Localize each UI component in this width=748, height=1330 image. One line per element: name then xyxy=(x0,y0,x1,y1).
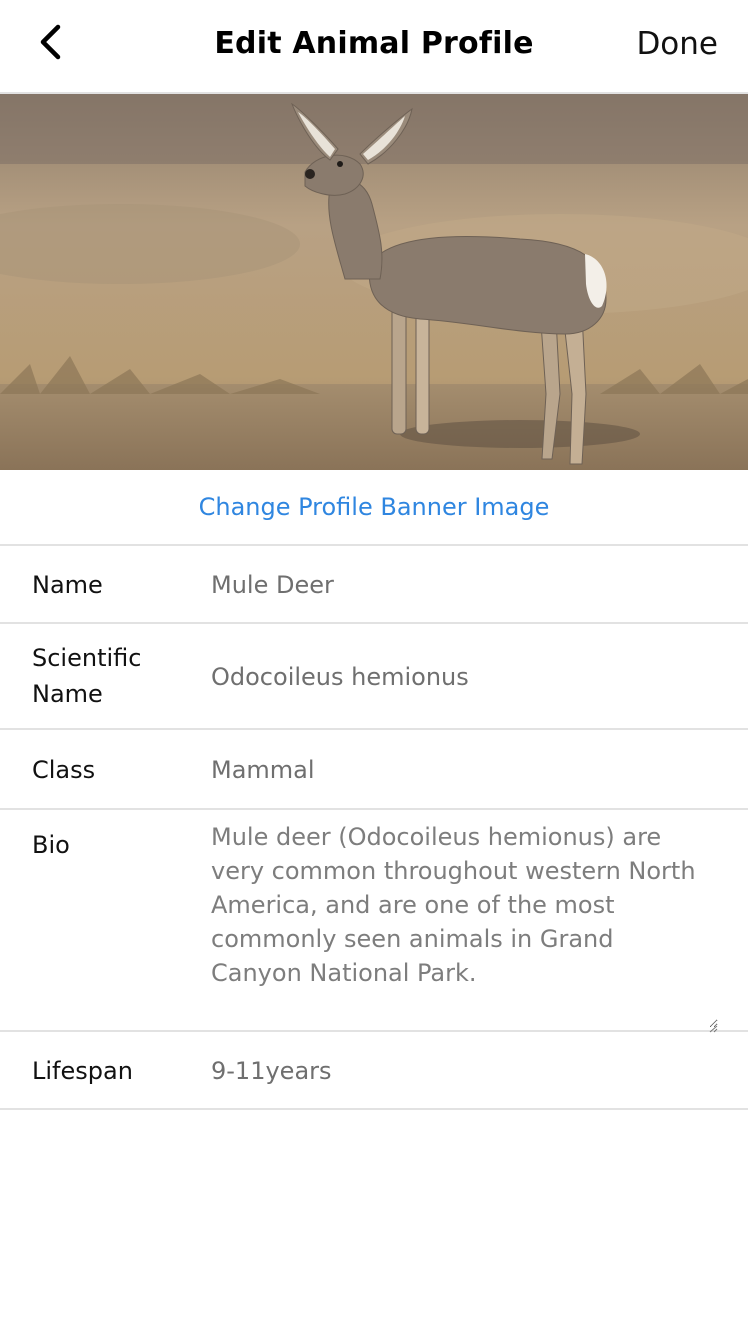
bio-row: Bio Mule deer (Odocoileus hemionus) are … xyxy=(0,810,748,1033)
lifespan-row: Lifespan xyxy=(0,1032,748,1110)
class-field[interactable] xyxy=(211,752,718,788)
change-banner-image-link[interactable]: Change Profile Banner Image xyxy=(199,493,550,521)
name-label: Name xyxy=(32,571,103,599)
lifespan-label: Lifespan xyxy=(32,1057,133,1085)
class-row: Class xyxy=(0,730,748,810)
name-row: Name xyxy=(0,546,748,624)
nav-bar: Edit Animal Profile Done xyxy=(0,0,748,94)
class-label: Class xyxy=(32,756,96,784)
name-field[interactable] xyxy=(211,567,718,603)
scientific-name-label-line2: Name xyxy=(32,680,103,708)
bio-textarea[interactable]: Mule deer (Odocoileus hemionus) are very… xyxy=(211,820,718,1028)
done-button[interactable]: Done xyxy=(636,26,718,62)
scientific-name-row: Scientific Name xyxy=(0,624,748,730)
scientific-name-field[interactable] xyxy=(211,659,718,695)
resize-handle-icon[interactable] xyxy=(708,1018,718,1033)
change-banner-row: Change Profile Banner Image xyxy=(0,470,748,546)
lifespan-field[interactable] xyxy=(211,1053,718,1089)
scientific-name-label-line1: Scientific xyxy=(32,644,142,672)
bio-label: Bio xyxy=(32,831,70,859)
profile-banner-image xyxy=(0,94,748,470)
